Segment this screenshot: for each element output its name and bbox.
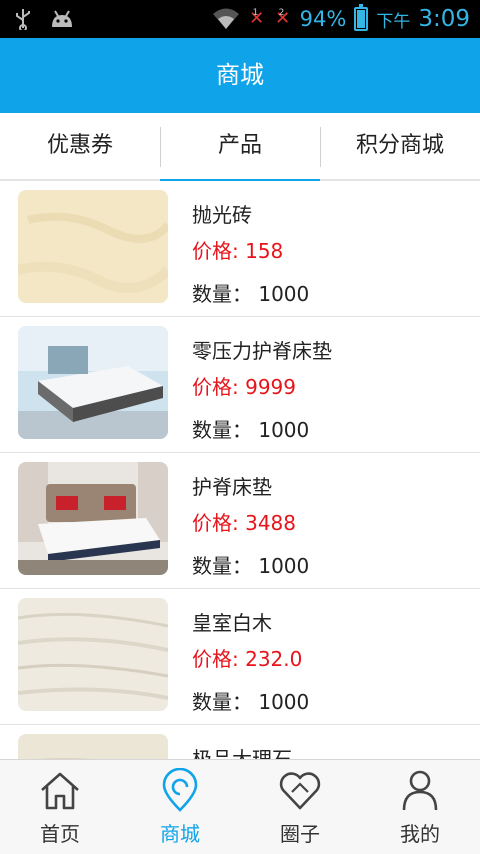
product-price: 价格: 9999 — [192, 375, 296, 399]
product-price: 价格: 158 — [192, 239, 284, 263]
tab-points-mall[interactable]: 积分商城 — [320, 113, 480, 179]
product-item[interactable]: 皇室白木 价格: 232.0 数量： 1000 — [0, 589, 480, 725]
nav-label: 商城 — [160, 822, 200, 846]
bottom-nav: 首页 商城 圈子 我的 — [0, 759, 480, 854]
product-quantity: 数量： 1000 — [192, 690, 310, 714]
home-icon — [41, 772, 79, 810]
product-name: 抛光砖 — [192, 203, 252, 227]
heart-icon — [279, 772, 321, 810]
product-price: 价格: 3488 — [192, 511, 296, 535]
clock-ampm: 下午 — [376, 11, 411, 32]
sim2-no-signal-icon: 2 ✕ — [275, 8, 291, 29]
nav-home[interactable]: 首页 — [0, 760, 120, 854]
usb-icon — [14, 8, 32, 34]
battery-charging-icon — [354, 4, 369, 31]
nav-label: 圈子 — [280, 822, 320, 846]
product-item[interactable]: 抛光砖 价格: 158 数量： 1000 — [0, 181, 480, 317]
status-bar: 1 ✕ 2 ✕ 94% 下午 3:09 — [0, 0, 480, 38]
product-name: 护脊床垫 — [192, 475, 272, 499]
nav-circle[interactable]: 圈子 — [240, 760, 360, 854]
product-name: 零压力护脊床垫 — [192, 339, 332, 363]
nav-label: 我的 — [400, 822, 440, 846]
wifi-icon — [212, 7, 240, 31]
product-quantity: 数量： 1000 — [192, 282, 310, 306]
product-quantity: 数量： 1000 — [192, 554, 310, 578]
product-image-marble — [18, 734, 168, 759]
clock-time: 3:09 — [418, 6, 470, 32]
tab-coupons[interactable]: 优惠券 — [0, 113, 160, 179]
product-item[interactable]: 零压力护脊床垫 价格: 9999 数量： 1000 — [0, 317, 480, 453]
nav-label: 首页 — [40, 822, 80, 846]
tab-products[interactable]: 产品 — [160, 113, 320, 181]
product-image-mattress-bed — [18, 462, 168, 575]
product-name: 皇室白木 — [192, 611, 272, 635]
product-name: 极品大理石 — [192, 747, 292, 759]
person-icon — [402, 770, 438, 811]
product-price: 价格: 232.0 — [192, 647, 303, 671]
page-title: 商城 — [0, 38, 480, 113]
nav-mine[interactable]: 我的 — [360, 760, 480, 854]
product-list[interactable]: 抛光砖 价格: 158 数量： 1000 零压力护脊床垫 价格: 9999 数量… — [0, 181, 480, 759]
sim1-no-signal-icon: 1 ✕ — [249, 8, 265, 29]
product-image-beige-tile — [18, 190, 168, 303]
location-pin-icon — [162, 768, 198, 812]
product-quantity: 数量： 1000 — [192, 418, 310, 442]
tab-bar: 优惠券 产品 积分商城 — [0, 113, 480, 181]
product-item[interactable]: 护脊床垫 价格: 3488 数量： 1000 — [0, 453, 480, 589]
product-image-white-wood-marble — [18, 598, 168, 711]
nav-mall[interactable]: 商城 — [120, 760, 240, 854]
product-item[interactable]: 极品大理石 — [0, 725, 480, 759]
product-image-mattress-bedroom — [18, 326, 168, 439]
android-debug-icon — [50, 9, 74, 33]
battery-percent: 94% — [299, 7, 347, 31]
